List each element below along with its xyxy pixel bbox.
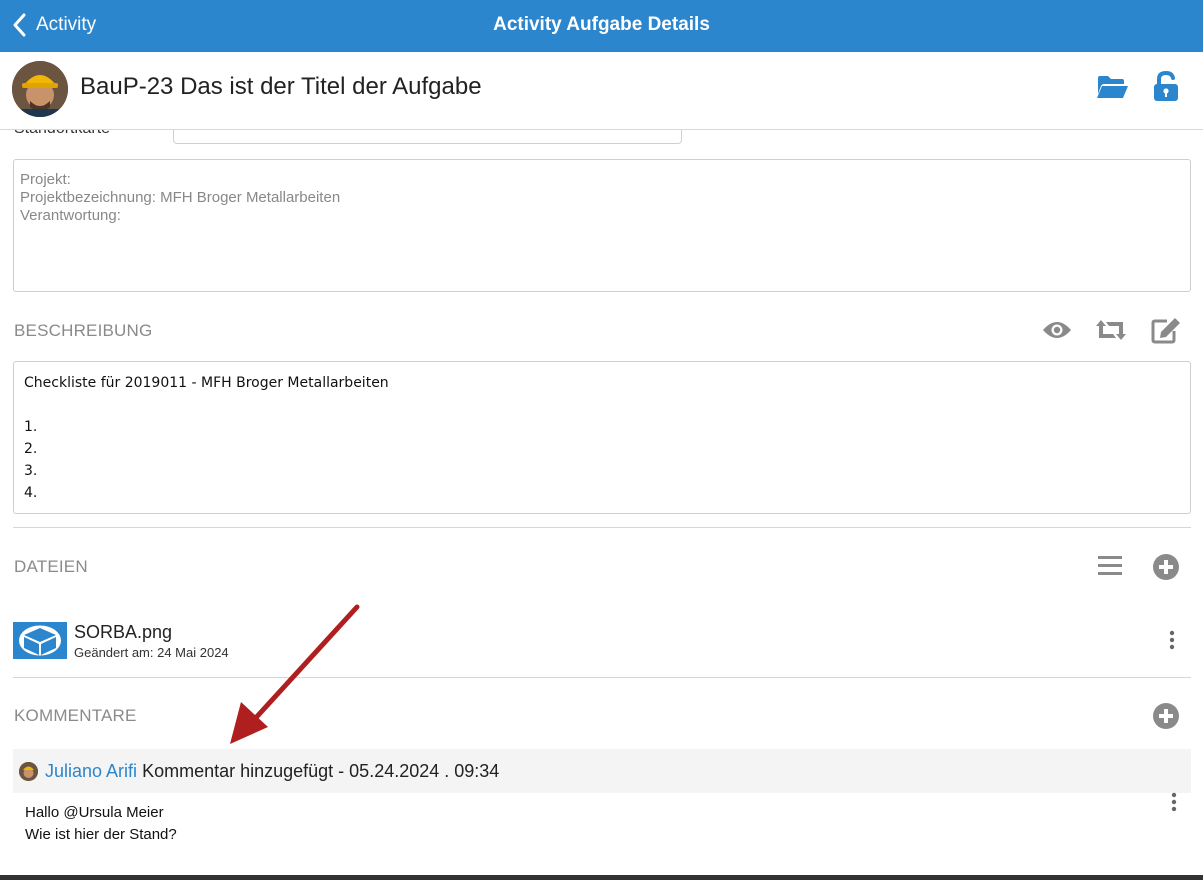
project-line: Projektbezeichnung: MFH Broger Metallarb…	[20, 189, 341, 206]
checklist-item: 3.	[24, 463, 38, 479]
comment-text-line: Hallo @Ursula Meier	[25, 804, 164, 821]
comment-header: Juliano Arifi Kommentar hinzugefügt - 05…	[13, 749, 1191, 793]
project-line: Verantwortung:	[20, 207, 121, 224]
task-title: BauP-23 Das ist der Titel der Aufgabe	[80, 73, 482, 100]
folder-open-icon[interactable]	[1096, 74, 1129, 100]
project-info-box[interactable]: Projekt: Projektbezeichnung: MFH Broger …	[13, 159, 1191, 292]
comments-section-title: KOMMENTARE	[14, 706, 137, 725]
checklist-item: 4.	[24, 485, 38, 501]
bottom-bar	[0, 875, 1203, 880]
unlock-icon[interactable]	[1153, 70, 1179, 102]
description-box[interactable]: Checkliste für 2019011 - MFH Broger Meta…	[13, 361, 1191, 514]
plus-circle-icon[interactable]	[1153, 554, 1179, 585]
location-map-input[interactable]: Standortkarte	[173, 130, 682, 144]
comment-author-link[interactable]: Juliano Arifi	[45, 761, 137, 781]
comment-action: Kommentar hinzugefügt - 05.24.2024 . 09:…	[137, 761, 500, 781]
file-box-icon	[13, 622, 67, 659]
eye-icon[interactable]	[1042, 320, 1072, 345]
avatar	[19, 762, 38, 781]
edit-icon[interactable]	[1151, 317, 1181, 349]
comment-body: Hallo @Ursula Meier Wie ist hier der Sta…	[25, 802, 177, 846]
file-modified-date: Geändert am: 24 Mai 2024	[74, 645, 229, 660]
location-map-field: Standortkarte Standortkarte	[14, 130, 1190, 148]
checklist-item: 1.	[24, 419, 38, 435]
file-name[interactable]: SORBA.png	[74, 622, 172, 643]
files-section-title: DATEIEN	[14, 557, 88, 576]
more-vertical-icon[interactable]	[1168, 630, 1176, 655]
project-line: Projekt:	[20, 171, 71, 188]
comment-meta: Juliano Arifi Kommentar hinzugefügt - 05…	[45, 761, 499, 782]
file-row[interactable]: SORBA.png Geändert am: 24 Mai 2024	[13, 620, 1191, 664]
checklist-item: 2.	[24, 441, 38, 457]
page-title: Activity Aufgabe Details	[493, 14, 710, 35]
divider	[13, 527, 1191, 528]
divider	[13, 677, 1191, 678]
description-section-title: BESCHREIBUNG	[14, 321, 153, 340]
plus-circle-icon[interactable]	[1153, 703, 1179, 734]
avatar	[12, 61, 68, 117]
description-heading: Checkliste für 2019011 - MFH Broger Meta…	[24, 375, 389, 391]
location-map-label: Standortkarte	[14, 130, 110, 138]
more-vertical-icon[interactable]	[1170, 792, 1178, 817]
comment-text-line: Wie ist hier der Stand?	[25, 826, 177, 843]
retweet-icon[interactable]	[1095, 318, 1127, 347]
task-header: BauP-23 Das ist der Titel der Aufgabe	[0, 52, 1203, 130]
list-icon[interactable]	[1098, 555, 1122, 582]
navbar: Activity Activity Aufgabe Details	[0, 0, 1203, 52]
